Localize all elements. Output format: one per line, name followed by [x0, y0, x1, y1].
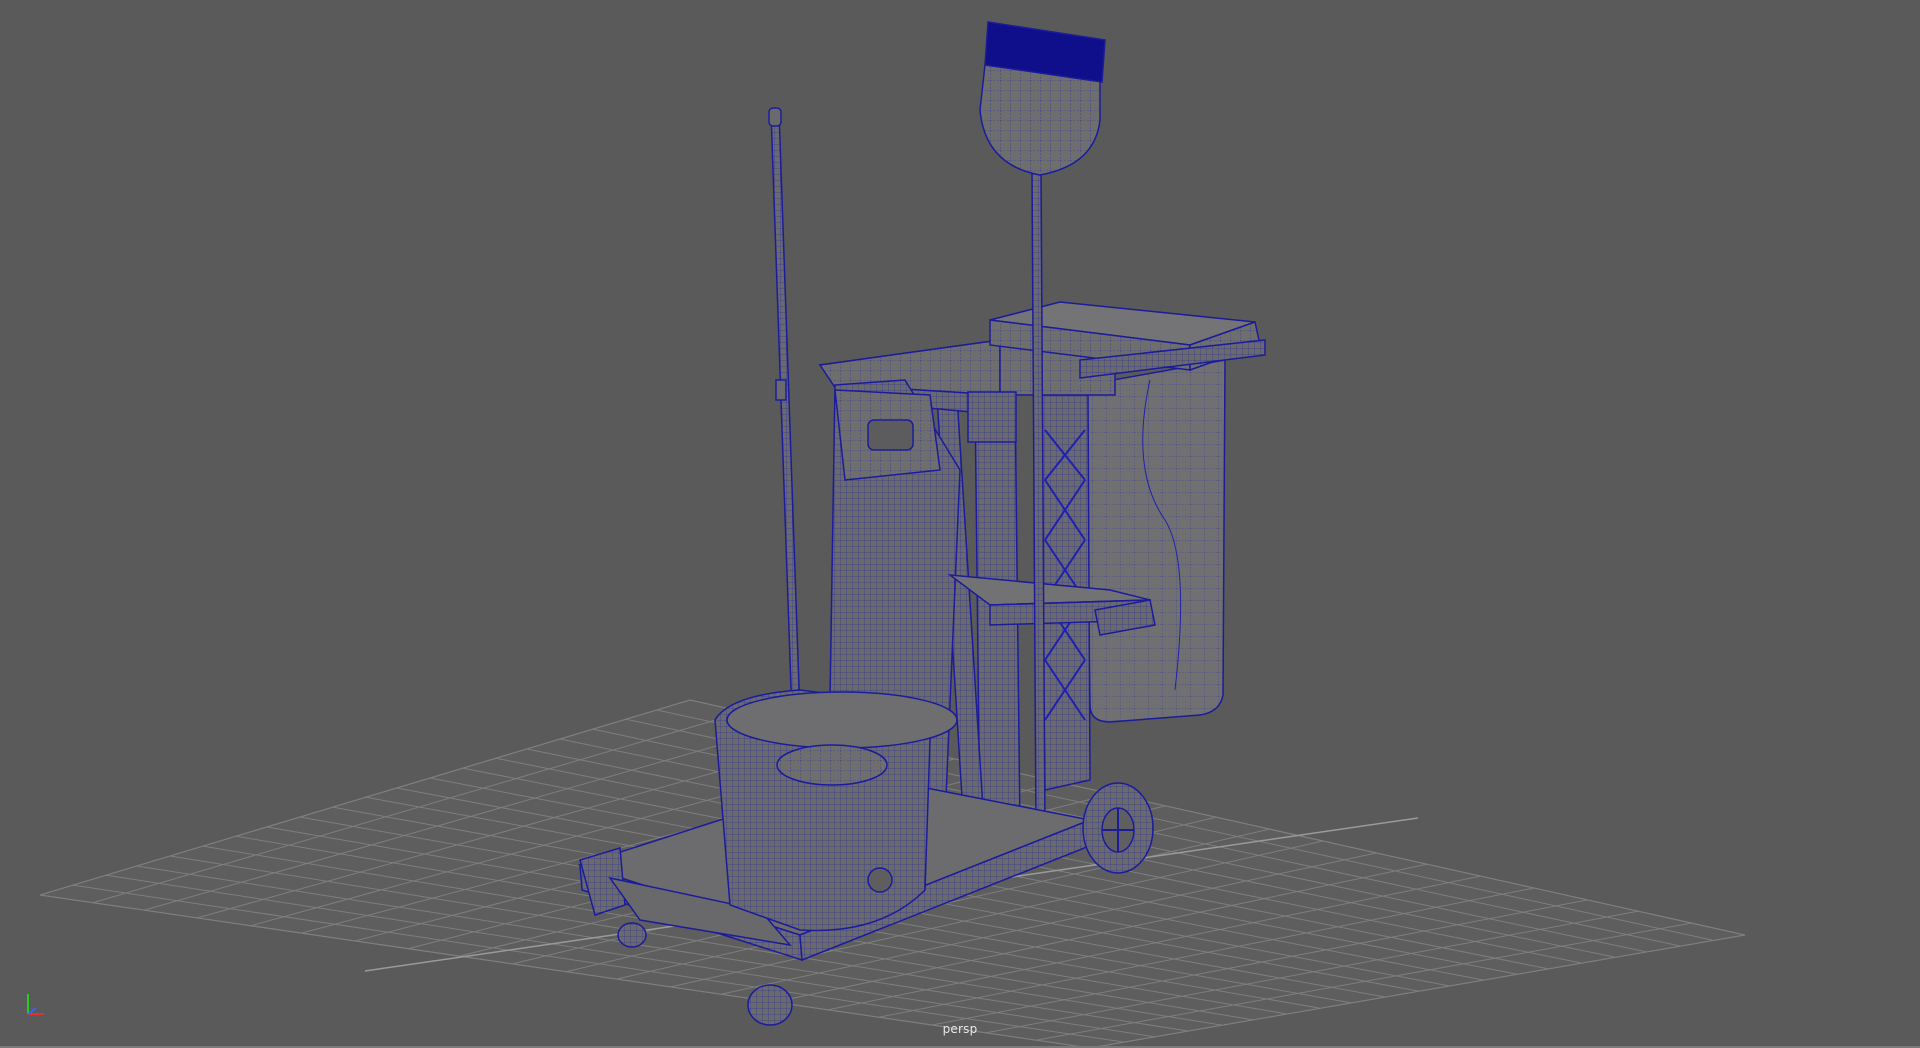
- scene-canvas[interactable]: [0, 0, 1920, 1048]
- mop-bucket[interactable]: [714, 689, 958, 932]
- axis-gizmo-icon: [27, 994, 44, 1015]
- 3d-viewport[interactable]: persp: [0, 0, 1920, 1048]
- trash-bag[interactable]: [1084, 359, 1226, 723]
- camera-label: persp: [942, 1022, 978, 1036]
- mop[interactable]: [768, 107, 802, 746]
